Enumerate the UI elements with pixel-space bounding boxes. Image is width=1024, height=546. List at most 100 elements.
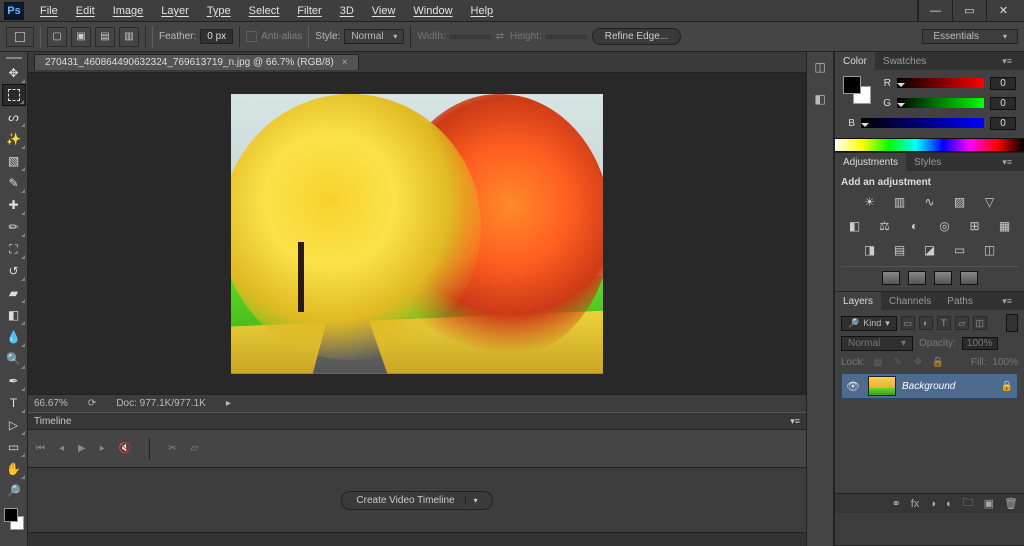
doc-info[interactable]: Doc: 977.1K/977.1K xyxy=(116,398,206,409)
fill-field[interactable]: 100% xyxy=(992,357,1018,368)
menu-layer[interactable]: Layer xyxy=(153,0,197,21)
layer-thumbnail[interactable] xyxy=(868,376,896,396)
paths-tab[interactable]: Paths xyxy=(939,292,981,310)
next-frame-icon[interactable]: ▸ xyxy=(100,443,105,454)
zoom-level[interactable]: 66.67% xyxy=(34,398,68,409)
hand-tool[interactable]: ✋ xyxy=(2,458,26,480)
threshold-icon[interactable]: ◪ xyxy=(922,242,938,258)
preset-3[interactable] xyxy=(934,271,952,285)
prev-frame-icon[interactable]: ◂ xyxy=(59,443,64,454)
pen-tool[interactable]: ✒ xyxy=(2,370,26,392)
curves-icon[interactable]: ∿ xyxy=(922,194,938,210)
crop-tool[interactable]: ▧ xyxy=(2,150,26,172)
tool-preset-button[interactable] xyxy=(6,27,34,47)
eraser-tool[interactable]: ▰ xyxy=(2,282,26,304)
type-tool[interactable]: T xyxy=(2,392,26,414)
color-tab[interactable]: Color xyxy=(835,52,875,70)
hue-icon[interactable]: ◧ xyxy=(847,218,863,234)
workspace-selector[interactable]: Essentials▾ xyxy=(922,29,1018,44)
lock-move-icon[interactable]: ✥ xyxy=(911,355,925,369)
lut-icon[interactable]: ▦ xyxy=(997,218,1013,234)
eyedropper-tool[interactable]: ✎ xyxy=(2,172,26,194)
document-tab[interactable]: 270431_460864490632324_769613719_n.jpg @… xyxy=(34,54,359,70)
path-select-tool[interactable]: ▷ xyxy=(2,414,26,436)
blur-tool[interactable]: 💧 xyxy=(2,326,26,348)
delete-layer-icon[interactable]: 🗑 xyxy=(1004,497,1018,510)
layers-tab[interactable]: Layers xyxy=(835,292,881,310)
preset-4[interactable] xyxy=(960,271,978,285)
posterize-icon[interactable]: ▤ xyxy=(892,242,908,258)
swatches-tab[interactable]: Swatches xyxy=(875,52,934,70)
menu-3d[interactable]: 3D xyxy=(332,0,362,21)
menu-type[interactable]: Type xyxy=(199,0,239,21)
dodge-tool[interactable]: 🔍 xyxy=(2,348,26,370)
menu-file[interactable]: File xyxy=(32,0,66,21)
refine-edge-button[interactable]: Refine Edge... xyxy=(592,28,681,45)
gradient-tool[interactable]: ◧ xyxy=(2,304,26,326)
layer-visibility-icon[interactable]: 👁 xyxy=(846,380,862,393)
history-panel-icon[interactable]: ◫ xyxy=(809,56,831,78)
split-clip-icon[interactable]: ✂ xyxy=(168,443,176,454)
move-tool[interactable]: ✥ xyxy=(2,62,26,84)
sync-icon[interactable]: ⟳ xyxy=(88,398,96,409)
audio-mute-icon[interactable]: 🔇 xyxy=(119,443,131,454)
menu-edit[interactable]: Edit xyxy=(68,0,103,21)
channels-tab[interactable]: Channels xyxy=(881,292,939,310)
filter-pixel-icon[interactable]: ▭ xyxy=(901,316,915,330)
link-layers-icon[interactable]: ⚭ xyxy=(892,497,901,510)
healing-tool[interactable]: ✚ xyxy=(2,194,26,216)
opacity-field[interactable]: 100% xyxy=(962,337,998,350)
quick-select-tool[interactable]: ✨ xyxy=(2,128,26,150)
stamp-tool[interactable]: ⛶ xyxy=(2,238,26,260)
toolbox-grip[interactable] xyxy=(0,54,27,62)
create-video-timeline-button[interactable]: Create Video Timeline ▾ xyxy=(341,491,492,510)
menu-select[interactable]: Select xyxy=(241,0,288,21)
menu-help[interactable]: Help xyxy=(463,0,502,21)
filter-shape-icon[interactable]: ▱ xyxy=(955,316,969,330)
timeline-menu-icon[interactable]: ▾≡ xyxy=(790,416,800,427)
lock-all-icon[interactable]: 🔒 xyxy=(931,355,945,369)
style-select[interactable]: Normal▾ xyxy=(344,29,404,44)
g-value[interactable]: 0 xyxy=(990,97,1016,110)
create-video-timeline-menu-icon[interactable]: ▾ xyxy=(465,496,478,505)
gradmap-icon[interactable]: ▭ xyxy=(952,242,968,258)
color-panel-menu-icon[interactable]: ▾≡ xyxy=(994,52,1020,70)
brightness-icon[interactable]: ☀ xyxy=(862,194,878,210)
canvas-viewport[interactable] xyxy=(28,73,806,394)
swap-dimensions-icon[interactable]: ⇄ xyxy=(496,31,504,42)
marquee-tool[interactable] xyxy=(2,84,26,106)
menu-view[interactable]: View xyxy=(364,0,404,21)
color-spectrum[interactable] xyxy=(835,138,1024,152)
b-value[interactable]: 0 xyxy=(990,117,1016,130)
doc-info-menu-icon[interactable]: ▸ xyxy=(226,398,231,409)
layer-item-background[interactable]: 👁 Background 🔒 xyxy=(841,373,1018,399)
balance-icon[interactable]: ⚖ xyxy=(877,218,893,234)
menu-image[interactable]: Image xyxy=(105,0,152,21)
fx-icon[interactable]: fx xyxy=(911,498,920,510)
timeline-ruler[interactable] xyxy=(28,532,806,546)
styles-tab[interactable]: Styles xyxy=(906,153,949,171)
maximize-button[interactable]: ▭ xyxy=(952,0,986,21)
shape-tool[interactable]: ▭ xyxy=(2,436,26,458)
properties-panel-icon[interactable]: ◧ xyxy=(809,88,831,110)
adjustments-tab[interactable]: Adjustments xyxy=(835,153,906,171)
vibrance-icon[interactable]: ▽ xyxy=(982,194,998,210)
g-slider[interactable] xyxy=(897,98,984,108)
filter-smart-icon[interactable]: ◫ xyxy=(973,316,987,330)
close-tab-icon[interactable]: × xyxy=(342,57,348,68)
mixer-icon[interactable]: ⊞ xyxy=(967,218,983,234)
lock-pixels-icon[interactable]: ▦ xyxy=(871,355,885,369)
r-value[interactable]: 0 xyxy=(990,77,1016,90)
bw-icon[interactable]: ◐ xyxy=(907,218,923,234)
invert-icon[interactable]: ◨ xyxy=(862,242,878,258)
lasso-tool[interactable]: ᔕ xyxy=(2,106,26,128)
transition-icon[interactable]: ▱ xyxy=(191,443,199,454)
document-canvas[interactable] xyxy=(231,94,603,374)
layer-locked-icon[interactable]: 🔒 xyxy=(1001,381,1013,392)
menu-window[interactable]: Window xyxy=(405,0,460,21)
r-slider[interactable] xyxy=(897,78,984,88)
antialias-checkbox[interactable] xyxy=(246,31,257,42)
b-slider[interactable] xyxy=(861,118,984,128)
lock-position-icon[interactable]: ✎ xyxy=(891,355,905,369)
history-brush-tool[interactable]: ↺ xyxy=(2,260,26,282)
